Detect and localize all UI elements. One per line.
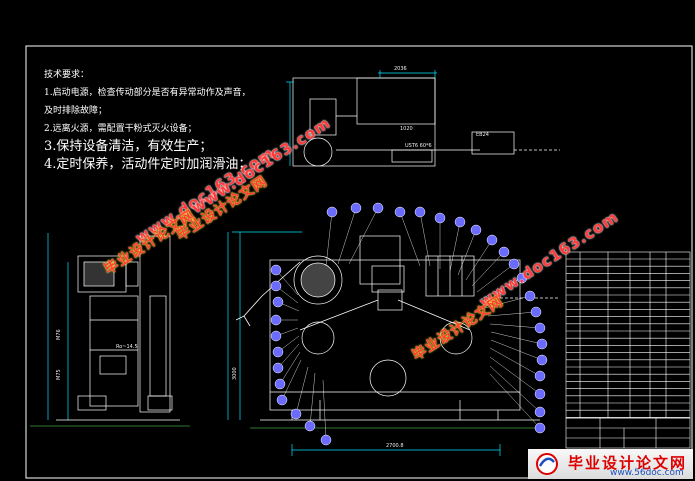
- svg-text:3000: 3000: [232, 367, 238, 380]
- leader-line: [399, 211, 421, 267]
- svg-text:Ro~14.5: Ro~14.5: [116, 344, 138, 350]
- technical-requirements: 技术要求： 1.启动电源，检查传动部分是否有异常动作及声音， 及时排除故障； 2…: [44, 66, 251, 174]
- part-balloon: [534, 388, 546, 400]
- part-balloon: [530, 306, 542, 318]
- leader-line: [489, 365, 541, 413]
- svg-text:2700.8: 2700.8: [386, 443, 404, 449]
- part-balloon: [270, 314, 282, 326]
- part-balloon: [274, 378, 286, 390]
- svg-text:1020: 1020: [400, 126, 413, 132]
- tech-req-line-2: 2.远离火源，需配置干粉式灭火设备；: [44, 124, 197, 134]
- leader-line: [309, 372, 316, 427]
- leader-line: [419, 211, 431, 267]
- part-balloon: [270, 330, 282, 342]
- svg-text:M76: M76: [56, 329, 62, 340]
- part-balloon: [350, 202, 362, 214]
- leader-line: [295, 366, 309, 415]
- tech-req-line-4: 4.定时保养，活动件定时加润滑油；: [44, 157, 252, 172]
- part-balloon: [326, 206, 338, 218]
- part-balloon: [486, 234, 498, 246]
- part-balloon: [290, 408, 302, 420]
- part-balloon: [270, 280, 282, 292]
- part-balloon: [534, 406, 546, 418]
- leader-line: [281, 359, 302, 401]
- part-balloons: [270, 202, 548, 446]
- bom-frame: [565, 251, 691, 419]
- svg-text:M75: M75: [56, 369, 62, 380]
- part-balloon: [524, 290, 536, 302]
- part-balloon: [534, 422, 546, 434]
- part-balloon: [272, 346, 284, 358]
- tech-req-heading: 技术要求：: [44, 70, 90, 80]
- part-balloon: [498, 246, 510, 258]
- svg-text:UST6 60*6: UST6 60*6: [405, 143, 432, 149]
- part-balloon: [320, 434, 332, 446]
- cad-drawing-sheet: 2036 1020 EB24 UST6 60*6 Ro~14.5 M76 M75: [0, 0, 695, 481]
- svg-text:2036: 2036: [394, 66, 407, 72]
- part-balloon: [272, 296, 284, 308]
- part-balloon: [272, 362, 284, 374]
- part-balloon: [536, 354, 548, 366]
- part-balloon: [454, 216, 466, 228]
- leader-line: [449, 221, 461, 272]
- title-block: [565, 417, 691, 449]
- leader-line: [457, 229, 477, 276]
- parts-list-table: [565, 251, 691, 419]
- part-balloon: [414, 206, 426, 218]
- leader-line: [489, 347, 541, 377]
- part-balloon: [470, 224, 482, 236]
- part-balloon: [536, 338, 548, 350]
- leader-line: [489, 356, 541, 395]
- site-logo-url: www.56doc.com: [610, 468, 684, 478]
- part-balloon: [372, 202, 384, 214]
- leader-line: [489, 323, 541, 329]
- svg-text:EB24: EB24: [476, 132, 489, 138]
- tech-req-line-1b: 及时排除故障；: [44, 106, 108, 116]
- leader-line: [490, 331, 543, 345]
- part-balloon: [276, 394, 288, 406]
- part-balloon: [394, 206, 406, 218]
- part-balloon: [304, 420, 316, 432]
- leader-line: [490, 339, 543, 361]
- tech-req-line-3: 3.保持设备清洁，有效生产；: [44, 139, 213, 154]
- part-balloon: [534, 370, 546, 382]
- tech-req-line-1: 1.启动电源，检查传动部分是否有异常动作及声音，: [44, 88, 251, 98]
- part-balloon: [434, 212, 446, 224]
- motor-belt-drive: [235, 261, 301, 327]
- part-balloon: [534, 322, 546, 334]
- site-logo-icon: [536, 453, 558, 475]
- part-balloon: [270, 264, 282, 276]
- ground-hatching: [30, 425, 540, 429]
- leader-line: [325, 211, 333, 267]
